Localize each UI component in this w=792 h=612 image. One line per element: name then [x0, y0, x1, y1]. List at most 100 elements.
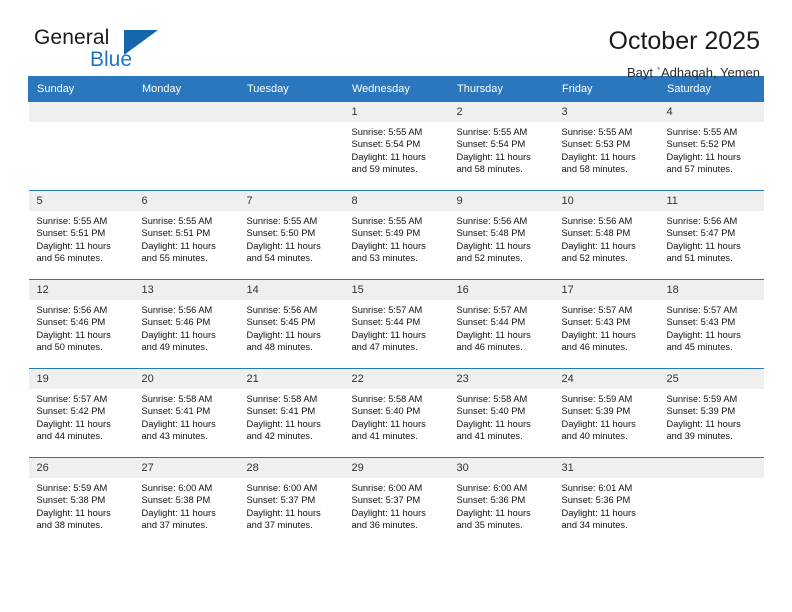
- sunrise-text: Sunrise: 5:59 AM: [561, 394, 633, 404]
- day-number: 6: [133, 191, 239, 211]
- daylight-text-line1: Daylight: 11 hours: [36, 240, 111, 251]
- sunset-text: Sunset: 5:43 PM: [666, 317, 736, 328]
- sunset-text: Sunset: 5:40 PM: [351, 406, 421, 417]
- day-cell[interactable]: 24 Sunrise: 5:59 AM Sunset: 5:39 PM Dayligh…: [553, 368, 659, 458]
- daylight-text-line1: Daylight: 11 hours: [561, 151, 636, 162]
- daylight-text-line2: and 36 minutes.: [351, 520, 418, 531]
- day-number: [28, 102, 134, 122]
- daylight-text-line2: and 45 minutes.: [666, 342, 733, 353]
- sunset-text: Sunset: 5:43 PM: [561, 317, 631, 328]
- sunset-text: Sunset: 5:36 PM: [456, 495, 526, 506]
- day-number: 13: [133, 280, 239, 300]
- sunset-text: Sunset: 5:52 PM: [666, 139, 736, 150]
- day-cell[interactable]: 18 Sunrise: 5:57 AM Sunset: 5:43 PM Dayligh…: [658, 279, 764, 369]
- daylight-text-line2: and 49 minutes.: [141, 342, 208, 353]
- sun-info: Sunrise: 5:55 AM Sunset: 5:54 PM Daylight:…: [344, 122, 449, 176]
- location-subtitle: Bayt `Adhaqah, Yemen: [627, 65, 760, 80]
- daylight-text-line1: Daylight: 11 hours: [351, 507, 426, 518]
- day-cell[interactable]: 29 Sunrise: 6:00 AM Sunset: 5:37 PM Dayligh…: [343, 457, 449, 547]
- day-cell[interactable]: 20 Sunrise: 5:58 AM Sunset: 5:41 PM Dayligh…: [133, 368, 239, 458]
- sun-info: Sunrise: 5:57 AM Sunset: 5:42 PM Daylight:…: [29, 389, 134, 443]
- day-number: 22: [343, 369, 449, 389]
- calendar-page: General Blue October 2025 Bayt `Adhaqah,…: [0, 0, 792, 612]
- sunrise-text: Sunrise: 5:57 AM: [666, 305, 738, 315]
- daylight-text-line1: Daylight: 11 hours: [246, 240, 321, 251]
- day-cell[interactable]: 6 Sunrise: 5:55 AM Sunset: 5:51 PM Daylight…: [133, 190, 239, 280]
- daylight-text-line2: and 44 minutes.: [36, 431, 103, 442]
- daylight-text-line2: and 57 minutes.: [666, 164, 733, 175]
- day-cell[interactable]: 27 Sunrise: 6:00 AM Sunset: 5:38 PM Dayligh…: [133, 457, 239, 547]
- day-number: [658, 458, 764, 478]
- day-number: 27: [133, 458, 239, 478]
- sunrise-text: Sunrise: 6:00 AM: [351, 483, 423, 493]
- day-cell[interactable]: 11 Sunrise: 5:56 AM Sunset: 5:47 PM Dayligh…: [658, 190, 764, 280]
- day-cell[interactable]: 12 Sunrise: 5:56 AM Sunset: 5:46 PM Dayligh…: [28, 279, 134, 369]
- day-number: 7: [238, 191, 344, 211]
- day-cell[interactable]: 2 Sunrise: 5:55 AM Sunset: 5:54 PM Daylight…: [448, 101, 554, 191]
- sun-info: Sunrise: 5:59 AM Sunset: 5:39 PM Daylight:…: [659, 389, 764, 443]
- day-cell[interactable]: 31 Sunrise: 6:01 AM Sunset: 5:36 PM Dayligh…: [553, 457, 659, 547]
- day-number: [238, 102, 344, 122]
- sun-info: Sunrise: 6:00 AM Sunset: 5:36 PM Daylight:…: [449, 478, 554, 532]
- sunset-text: Sunset: 5:45 PM: [246, 317, 316, 328]
- day-cell[interactable]: 15 Sunrise: 5:57 AM Sunset: 5:44 PM Dayligh…: [343, 279, 449, 369]
- day-cell[interactable]: 3 Sunrise: 5:55 AM Sunset: 5:53 PM Daylight…: [553, 101, 659, 191]
- day-cell[interactable]: 28 Sunrise: 6:00 AM Sunset: 5:37 PM Dayligh…: [238, 457, 344, 547]
- day-cell[interactable]: 5 Sunrise: 5:55 AM Sunset: 5:51 PM Daylight…: [28, 190, 134, 280]
- sun-info: Sunrise: 5:55 AM Sunset: 5:51 PM Daylight:…: [29, 211, 134, 265]
- daylight-text-line2: and 37 minutes.: [246, 520, 313, 531]
- sunset-text: Sunset: 5:51 PM: [141, 228, 211, 239]
- day-number: 25: [658, 369, 764, 389]
- day-cell[interactable]: 23 Sunrise: 5:58 AM Sunset: 5:40 PM Dayligh…: [448, 368, 554, 458]
- day-number: 30: [448, 458, 554, 478]
- sun-info: Sunrise: 5:57 AM Sunset: 5:43 PM Daylight:…: [554, 300, 659, 354]
- day-cell[interactable]: 9 Sunrise: 5:56 AM Sunset: 5:48 PM Daylight…: [448, 190, 554, 280]
- day-number: 18: [658, 280, 764, 300]
- day-cell[interactable]: 4 Sunrise: 5:55 AM Sunset: 5:52 PM Daylight…: [658, 101, 764, 191]
- general-blue-logo[interactable]: General Blue: [28, 26, 208, 78]
- calendar-body: 1 Sunrise: 5:55 AM Sunset: 5:54 PM Daylight…: [28, 101, 764, 547]
- day-cell[interactable]: 25 Sunrise: 5:59 AM Sunset: 5:39 PM Dayligh…: [658, 368, 764, 458]
- day-cell[interactable]: 17 Sunrise: 5:57 AM Sunset: 5:43 PM Dayligh…: [553, 279, 659, 369]
- daylight-text-line1: Daylight: 11 hours: [456, 151, 531, 162]
- page-title: October 2025: [608, 27, 761, 55]
- day-cell[interactable]: 30 Sunrise: 6:00 AM Sunset: 5:36 PM Dayligh…: [448, 457, 554, 547]
- sunrise-text: Sunrise: 5:56 AM: [561, 216, 633, 226]
- sun-info: Sunrise: 5:55 AM Sunset: 5:53 PM Daylight:…: [554, 122, 659, 176]
- day-cell[interactable]: 14 Sunrise: 5:56 AM Sunset: 5:45 PM Dayligh…: [238, 279, 344, 369]
- day-cell[interactable]: 1 Sunrise: 5:55 AM Sunset: 5:54 PM Daylight…: [343, 101, 449, 191]
- daylight-text-line2: and 59 minutes.: [351, 164, 418, 175]
- daylight-text-line2: and 39 minutes.: [666, 431, 733, 442]
- day-number: 1: [343, 102, 449, 122]
- calendar-week-row: 19 Sunrise: 5:57 AM Sunset: 5:42 PM Dayligh…: [28, 368, 764, 458]
- day-cell[interactable]: 21 Sunrise: 5:58 AM Sunset: 5:41 PM Dayligh…: [238, 368, 344, 458]
- day-cell[interactable]: 13 Sunrise: 5:56 AM Sunset: 5:46 PM Dayligh…: [133, 279, 239, 369]
- daylight-text-line1: Daylight: 11 hours: [666, 418, 741, 429]
- sunrise-text: Sunrise: 5:57 AM: [561, 305, 633, 315]
- sun-info: Sunrise: 5:56 AM Sunset: 5:48 PM Daylight:…: [449, 211, 554, 265]
- day-number: 11: [658, 191, 764, 211]
- day-cell[interactable]: 7 Sunrise: 5:55 AM Sunset: 5:50 PM Daylight…: [238, 190, 344, 280]
- day-cell[interactable]: 16 Sunrise: 5:57 AM Sunset: 5:44 PM Dayligh…: [448, 279, 554, 369]
- sunset-text: Sunset: 5:39 PM: [561, 406, 631, 417]
- sunset-text: Sunset: 5:47 PM: [666, 228, 736, 239]
- sunrise-text: Sunrise: 5:58 AM: [141, 394, 213, 404]
- day-cell[interactable]: 26 Sunrise: 5:59 AM Sunset: 5:38 PM Dayligh…: [28, 457, 134, 547]
- weekday-header-wednesday: Wednesday: [343, 76, 449, 102]
- daylight-text-line2: and 38 minutes.: [36, 520, 103, 531]
- sunrise-text: Sunrise: 5:58 AM: [351, 394, 423, 404]
- sunset-text: Sunset: 5:49 PM: [351, 228, 421, 239]
- day-cell[interactable]: 10 Sunrise: 5:56 AM Sunset: 5:48 PM Dayligh…: [553, 190, 659, 280]
- sunrise-text: Sunrise: 5:55 AM: [456, 127, 528, 137]
- sunrise-text: Sunrise: 5:55 AM: [666, 127, 738, 137]
- day-cell[interactable]: 19 Sunrise: 5:57 AM Sunset: 5:42 PM Dayligh…: [28, 368, 134, 458]
- day-cell[interactable]: 8 Sunrise: 5:55 AM Sunset: 5:49 PM Daylight…: [343, 190, 449, 280]
- day-cell[interactable]: 22 Sunrise: 5:58 AM Sunset: 5:40 PM Dayligh…: [343, 368, 449, 458]
- sunset-text: Sunset: 5:54 PM: [456, 139, 526, 150]
- sun-info: Sunrise: 5:57 AM Sunset: 5:44 PM Daylight:…: [449, 300, 554, 354]
- sun-info: Sunrise: 5:56 AM Sunset: 5:46 PM Daylight:…: [29, 300, 134, 354]
- sunrise-text: Sunrise: 5:59 AM: [666, 394, 738, 404]
- daylight-text-line1: Daylight: 11 hours: [351, 240, 426, 251]
- daylight-text-line2: and 43 minutes.: [141, 431, 208, 442]
- sunrise-text: Sunrise: 5:57 AM: [36, 394, 108, 404]
